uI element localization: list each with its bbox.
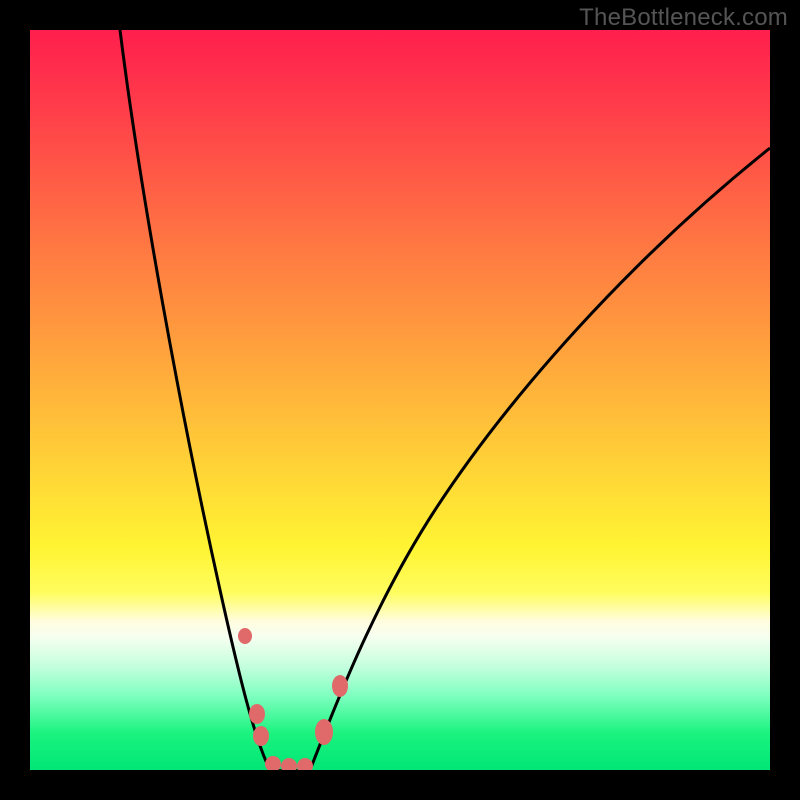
marker-dot [249, 704, 265, 724]
curve-overlay [30, 30, 770, 770]
plot-area [30, 30, 770, 770]
marker-group [238, 628, 348, 770]
watermark-text: TheBottleneck.com [579, 4, 788, 32]
right-curve [310, 148, 770, 770]
marker-dot [281, 758, 297, 770]
marker-dot [332, 675, 348, 697]
chart-frame: TheBottleneck.com [0, 0, 800, 800]
left-curve [120, 30, 270, 770]
marker-dot [315, 719, 333, 745]
marker-dot [238, 628, 252, 644]
marker-dot [253, 726, 269, 746]
marker-dot [297, 758, 313, 770]
marker-dot [265, 756, 281, 770]
curve-group [120, 30, 770, 770]
